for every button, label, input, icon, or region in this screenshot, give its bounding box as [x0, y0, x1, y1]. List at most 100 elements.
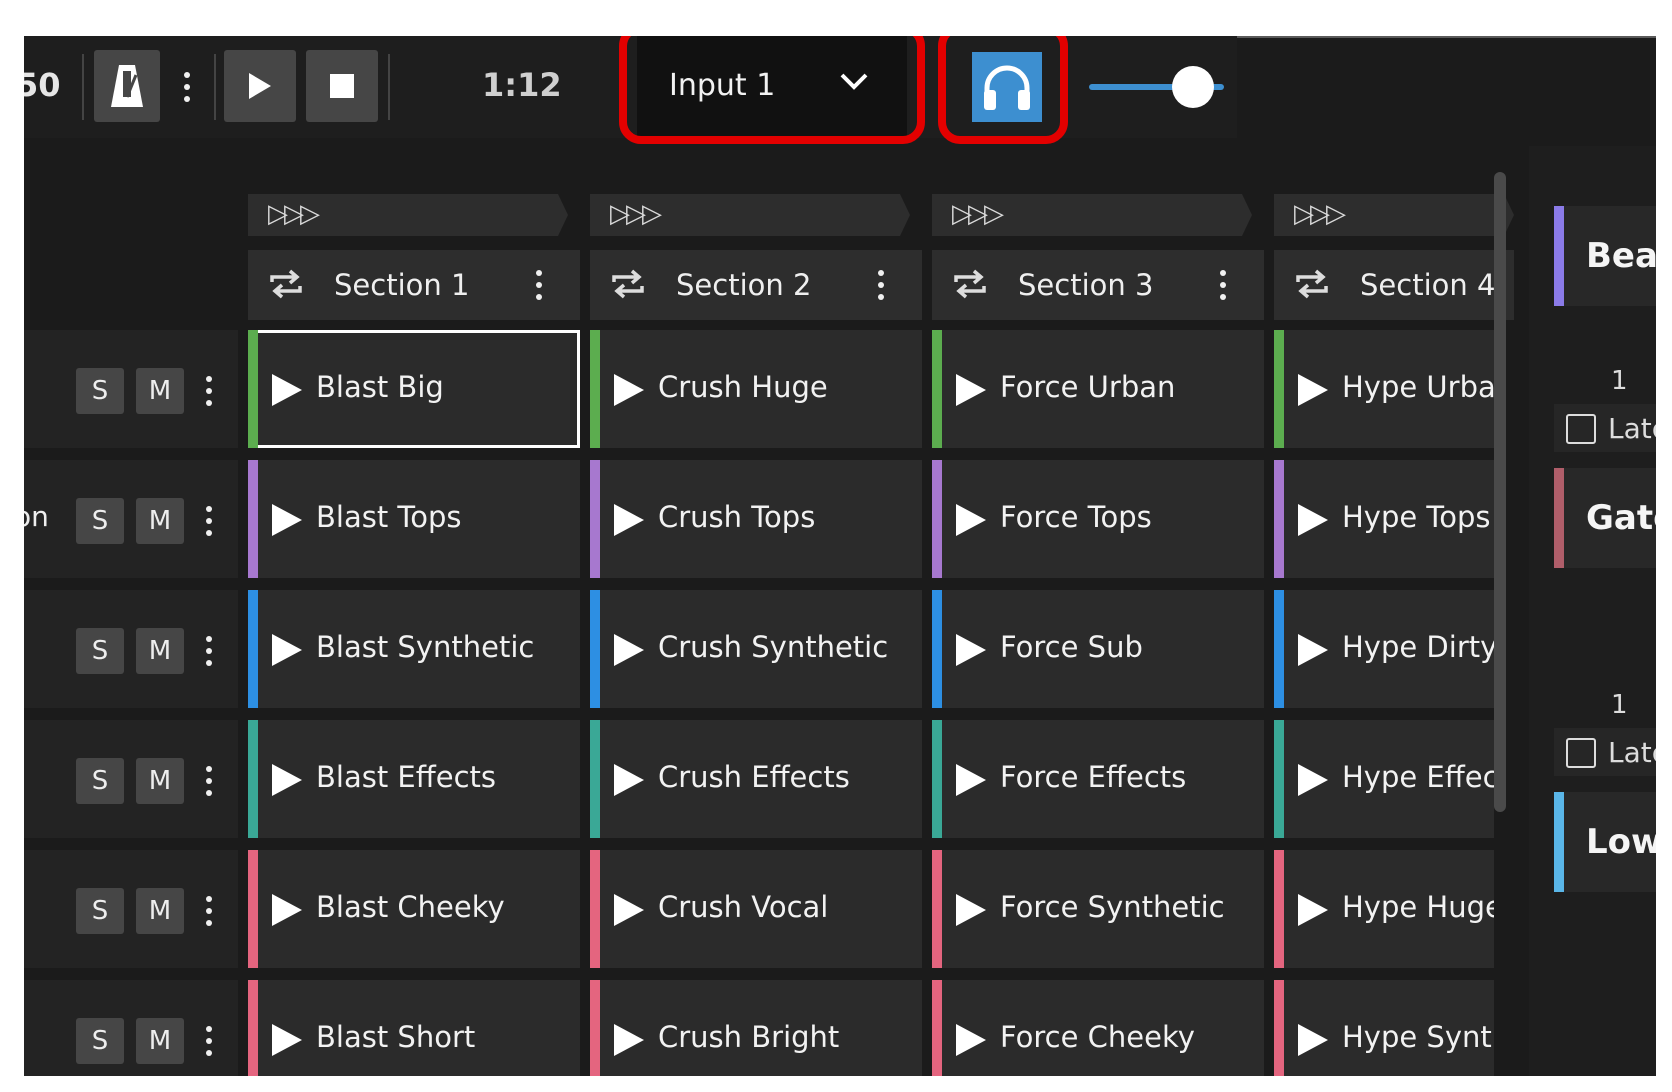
metronome-button[interactable] [94, 50, 160, 122]
clip-slot[interactable]: Hype Tops [1274, 460, 1494, 578]
solo-button[interactable]: S [76, 368, 124, 414]
section-launch-arrows[interactable]: ▷▷▷ [1274, 194, 1514, 236]
play-icon[interactable] [272, 1024, 302, 1056]
play-icon[interactable] [614, 764, 644, 796]
clip-slot[interactable]: Hype Dirty [1274, 590, 1494, 708]
play-icon[interactable] [1298, 894, 1328, 926]
play-icon[interactable] [1298, 374, 1328, 406]
section-header-1[interactable]: Section 1 [248, 250, 580, 320]
section-header-2[interactable]: Section 2 [590, 250, 922, 320]
clip-slot[interactable]: Blast Short [248, 980, 580, 1076]
clip-slot[interactable]: Crush Bright [590, 980, 922, 1076]
solo-button[interactable]: S [76, 758, 124, 804]
panel-card[interactable]: Beat [1554, 206, 1656, 306]
clip-name: Crush Vocal [658, 890, 829, 924]
clip-slot[interactable]: Crush Tops [590, 460, 922, 578]
section-launch-arrows[interactable]: ▷▷▷ [932, 194, 1252, 236]
section-more-icon[interactable] [532, 264, 546, 306]
separator [82, 54, 84, 120]
mute-button[interactable]: M [136, 1018, 184, 1064]
clip-name: Blast Effects [316, 760, 496, 794]
play-icon[interactable] [614, 634, 644, 666]
clip-slot[interactable]: Force Cheeky [932, 980, 1264, 1076]
play-icon[interactable] [614, 894, 644, 926]
clip-name: Blast Cheeky [316, 890, 505, 924]
section-launch-arrows[interactable]: ▷▷▷ [248, 194, 568, 236]
play-icon[interactable] [956, 894, 986, 926]
transport-more-icon[interactable] [180, 66, 194, 108]
mute-button[interactable]: M [136, 628, 184, 674]
clip-slot[interactable]: Hype Effects [1274, 720, 1494, 838]
clip-slot[interactable]: Force Tops [932, 460, 1264, 578]
clip-slot[interactable]: Crush Huge [590, 330, 922, 448]
section-launch-arrows[interactable]: ▷▷▷ [590, 194, 910, 236]
play-icon[interactable] [614, 1024, 644, 1056]
clip-slot[interactable]: Crush Vocal [590, 850, 922, 968]
play-icon[interactable] [272, 634, 302, 666]
clip-name: Crush Bright [658, 1020, 840, 1054]
play-icon[interactable] [1298, 1024, 1328, 1056]
play-icon[interactable] [956, 374, 986, 406]
play-icon[interactable] [272, 894, 302, 926]
track-more-icon[interactable] [202, 630, 216, 672]
clip-slot[interactable]: Hype Urban [1274, 330, 1494, 448]
card-color-stripe [1554, 792, 1564, 892]
play-icon[interactable] [272, 374, 302, 406]
track-controls: S M [24, 850, 238, 968]
track-more-icon[interactable] [202, 1020, 216, 1062]
track-name: on [24, 500, 49, 533]
track-more-icon[interactable] [202, 500, 216, 542]
play-button[interactable] [224, 50, 296, 122]
play-icon[interactable] [956, 504, 986, 536]
clip-color-bar [1274, 330, 1284, 448]
clip-slot[interactable]: Crush Effects [590, 720, 922, 838]
mute-button[interactable]: M [136, 498, 184, 544]
panel-card[interactable]: Gate [1554, 468, 1656, 568]
play-icon[interactable] [272, 764, 302, 796]
clip-slot[interactable]: Force Synthetic [932, 850, 1264, 968]
clip-slot[interactable]: Hype Synth [1274, 980, 1494, 1076]
clip-name: Force Urban [1000, 370, 1176, 404]
stop-button[interactable] [306, 50, 378, 122]
tempo-readout[interactable]: 50 [24, 66, 61, 104]
clip-slot[interactable]: Blast Cheeky [248, 850, 580, 968]
latch-checkbox[interactable]: Latch [1554, 728, 1656, 776]
clip-slot[interactable]: Force Sub [932, 590, 1264, 708]
mute-button[interactable]: M [136, 368, 184, 414]
play-icon[interactable] [614, 504, 644, 536]
track-more-icon[interactable] [202, 890, 216, 932]
play-icon[interactable] [272, 504, 302, 536]
play-icon[interactable] [956, 1024, 986, 1056]
clip-slot[interactable]: Blast Tops [248, 460, 580, 578]
play-icon[interactable] [1298, 634, 1328, 666]
clip-slot[interactable]: Blast Big [248, 330, 580, 448]
clip-slot[interactable]: Crush Synthetic [590, 590, 922, 708]
section-more-icon[interactable] [874, 264, 888, 306]
section-header-3[interactable]: Section 3 [932, 250, 1264, 320]
mute-button[interactable]: M [136, 758, 184, 804]
solo-button[interactable]: S [76, 1018, 124, 1064]
play-icon[interactable] [1298, 504, 1328, 536]
solo-button[interactable]: S [76, 498, 124, 544]
section-header-4[interactable]: Section 4 [1274, 250, 1514, 320]
mute-button[interactable]: M [136, 888, 184, 934]
latch-checkbox[interactable]: Latch [1554, 404, 1656, 452]
section-more-icon[interactable] [1216, 264, 1230, 306]
play-icon[interactable] [956, 634, 986, 666]
track-more-icon[interactable] [202, 760, 216, 802]
clip-slot[interactable]: Hype Huge [1274, 850, 1494, 968]
loop-icon [270, 269, 302, 299]
solo-button[interactable]: S [76, 628, 124, 674]
solo-button[interactable]: S [76, 888, 124, 934]
play-icon[interactable] [1298, 764, 1328, 796]
clip-slot[interactable]: Force Effects [932, 720, 1264, 838]
clip-slot[interactable]: Blast Synthetic [248, 590, 580, 708]
panel-card[interactable]: Low [1554, 792, 1656, 892]
track-more-icon[interactable] [202, 370, 216, 412]
clip-slot[interactable]: Blast Effects [248, 720, 580, 838]
play-icon[interactable] [614, 374, 644, 406]
clip-slot[interactable]: Force Urban [932, 330, 1264, 448]
monitor-volume-knob[interactable] [1172, 66, 1214, 108]
play-icon[interactable] [956, 764, 986, 796]
grid-scrollbar[interactable] [1494, 172, 1506, 812]
